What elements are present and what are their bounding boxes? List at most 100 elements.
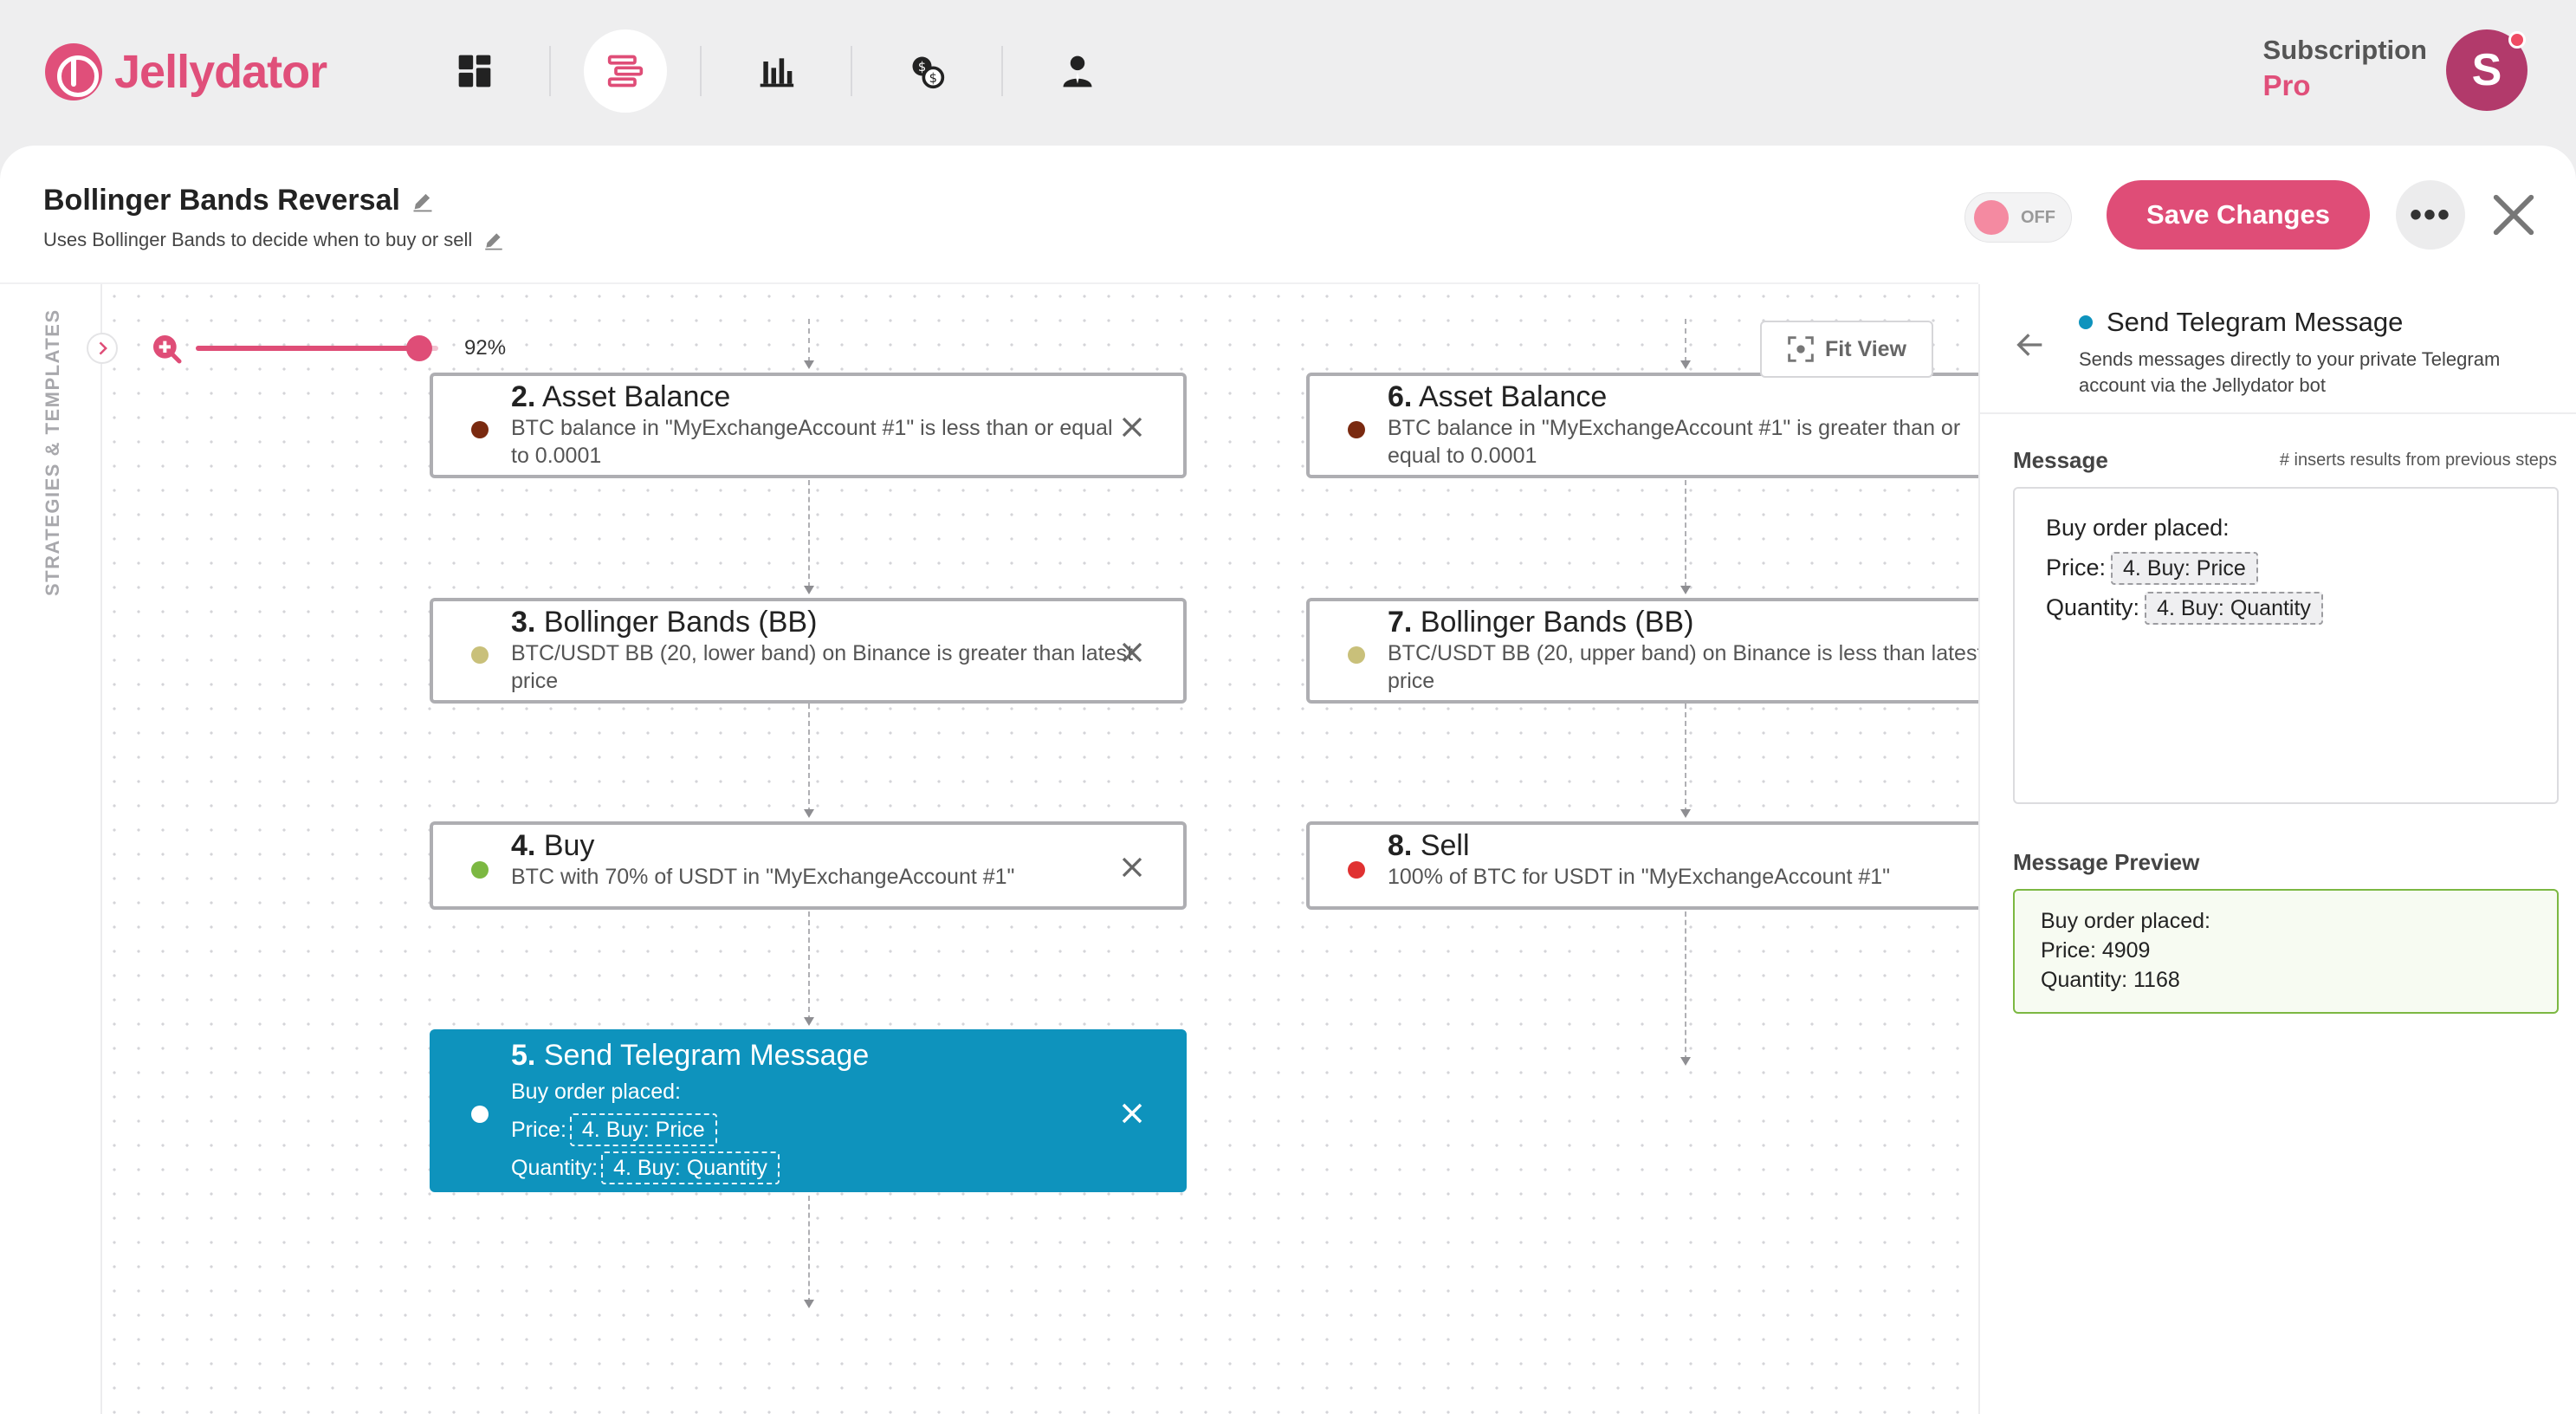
- message-preview: Buy order placed: Price: 4909 Quantity: …: [2013, 889, 2559, 1014]
- message-price-row: Price: 4. Buy: Price: [2046, 548, 2526, 587]
- node-title: 4. Buy: [511, 828, 1183, 863]
- node-status-dot: [1348, 861, 1365, 879]
- remove-node-close-icon[interactable]: [1119, 414, 1145, 440]
- connector-arrow: [804, 1017, 814, 1026]
- subscription-info[interactable]: Subscription Pro: [2263, 35, 2427, 102]
- zoom-slider-thumb[interactable]: [405, 335, 432, 361]
- remove-node-close-icon[interactable]: [1119, 639, 1145, 665]
- connector-line: [1685, 704, 1686, 813]
- jellydator-logo-icon: [45, 43, 102, 101]
- strategy-on-off-toggle[interactable]: OFF: [1964, 192, 2072, 243]
- nav-statistics[interactable]: [735, 29, 818, 113]
- flow-node-sell[interactable]: 8. Sell 100% of BTC for USDT in "MyExcha…: [1306, 821, 1978, 910]
- node-message-price-row: Price: 4. Buy: Price: [511, 1111, 1135, 1149]
- message-line: Buy order placed:: [2046, 515, 2230, 541]
- message-label: Message: [2013, 447, 2108, 473]
- panel-description: Sends messages directly to your private …: [2079, 348, 2501, 396]
- connector-line: [808, 480, 810, 587]
- node-title-text: Asset Balance: [1418, 380, 1608, 413]
- zoom-slider[interactable]: [196, 335, 438, 361]
- connector-line: [1685, 319, 1686, 362]
- node-status-dot: [1348, 646, 1365, 664]
- node-title-text: Sell: [1420, 829, 1470, 862]
- close-editor-button[interactable]: [2488, 189, 2540, 241]
- save-changes-button[interactable]: Save Changes: [2107, 180, 2370, 250]
- notification-dot: [2508, 31, 2526, 49]
- zoom-control: 92%: [149, 331, 506, 366]
- nav-separator: [851, 46, 852, 96]
- expand-sidebar-button[interactable]: [87, 333, 118, 364]
- price-token[interactable]: 4. Buy: Price: [2111, 552, 2258, 585]
- node-number: 8.: [1388, 829, 1413, 862]
- node-message-quantity-row: Quantity: 4. Buy: Quantity: [511, 1149, 1135, 1187]
- nav-strategies[interactable]: [584, 29, 667, 113]
- subscription-label: Subscription: [2262, 35, 2427, 65]
- step-settings-panel: Send Telegram Message Sends messages dir…: [1978, 284, 2576, 1414]
- strategies-templates-rail[interactable]: STRATEGIES & TEMPLATES: [0, 284, 102, 1414]
- node-title: 3. Bollinger Bands (BB): [511, 605, 1183, 639]
- strategies-icon: [607, 55, 644, 88]
- strategy-description[interactable]: Uses Bollinger Bands to decide when to b…: [43, 229, 472, 251]
- dashboard-icon: [458, 55, 491, 88]
- subscription-plan: Pro: [2262, 69, 2311, 101]
- node-title: 7. Bollinger Bands (BB): [1388, 605, 1978, 639]
- node-description: BTC balance in "MyExchangeAccount #1" is…: [511, 416, 1113, 468]
- zoom-in-icon[interactable]: [149, 331, 184, 366]
- price-token: 4. Buy: Price: [569, 1113, 717, 1146]
- node-status-dot: [471, 861, 489, 879]
- node-title-text: Buy: [543, 829, 595, 862]
- connector-line: [1685, 911, 1686, 1060]
- fit-view-button[interactable]: Fit View: [1760, 321, 1933, 378]
- chevron-right-icon: [99, 341, 107, 355]
- edit-title-pencil-icon[interactable]: [411, 189, 435, 213]
- back-arrow-icon[interactable]: [2013, 328, 2048, 362]
- flow-node-bollinger-bands[interactable]: 7. Bollinger Bands (BB) BTC/USDT BB (20,…: [1306, 598, 1978, 704]
- toggle-label: OFF: [2021, 207, 2055, 227]
- node-title-text: Bollinger Bands (BB): [543, 606, 818, 639]
- message-preview-label: Message Preview: [2013, 849, 2200, 875]
- connector-line: [808, 319, 810, 362]
- flow-node-asset-balance[interactable]: 6. Asset Balance BTC balance in "MyExcha…: [1306, 373, 1978, 478]
- remove-node-close-icon[interactable]: [1119, 854, 1145, 880]
- nav-account[interactable]: [1036, 29, 1119, 113]
- connector-arrow: [804, 360, 814, 369]
- node-description: BTC with 70% of USDT in "MyExchangeAccou…: [511, 865, 1015, 889]
- nav-separator: [1001, 46, 1003, 96]
- app-name: Jellydator: [114, 46, 327, 98]
- connector-arrow: [1680, 586, 1691, 594]
- flow-node-buy[interactable]: 4. Buy BTC with 70% of USDT in "MyExchan…: [430, 821, 1187, 910]
- main-nav: $ $: [433, 28, 1119, 114]
- node-number: 4.: [511, 829, 536, 862]
- nav-exchanges[interactable]: $ $: [885, 29, 968, 113]
- node-status-dot: [1348, 421, 1365, 438]
- preview-line: Buy order placed:: [2041, 909, 2210, 933]
- nav-separator: [549, 46, 551, 96]
- connector-line: [808, 704, 810, 813]
- node-status-dot: [471, 1106, 489, 1123]
- node-number: 7.: [1388, 606, 1413, 639]
- zoom-slider-fill: [196, 346, 419, 351]
- nav-dashboard[interactable]: [433, 29, 516, 113]
- quantity-token[interactable]: 4. Buy: Quantity: [2145, 592, 2323, 625]
- message-editor[interactable]: Buy order placed: Price: 4. Buy: Price Qu…: [2013, 487, 2559, 804]
- strategy-title[interactable]: Bollinger Bands Reversal: [43, 184, 400, 217]
- remove-node-close-icon[interactable]: [1119, 1100, 1145, 1126]
- node-number: 2.: [511, 380, 536, 413]
- account-icon: [1063, 55, 1092, 88]
- node-description: 100% of BTC for USDT in "MyExchangeAccou…: [1388, 865, 1891, 889]
- flow-node-send-telegram-message[interactable]: 5. Send Telegram Message Buy order place…: [430, 1029, 1187, 1192]
- node-title: 2. Asset Balance: [511, 379, 1183, 414]
- flow-node-bollinger-bands[interactable]: 3. Bollinger Bands (BB) BTC/USDT BB (20,…: [430, 598, 1187, 704]
- connector-arrow: [804, 809, 814, 818]
- zoom-value: 92%: [464, 336, 507, 360]
- top-bar: Jellydator $ $ Subscription Pro S: [0, 0, 2576, 146]
- app-logo[interactable]: Jellydator: [45, 43, 327, 101]
- connector-arrow: [804, 1300, 814, 1308]
- edit-description-pencil-icon[interactable]: [482, 229, 505, 251]
- fit-view-icon: [1788, 336, 1814, 362]
- more-options-button[interactable]: •••: [2396, 180, 2465, 250]
- flow-node-asset-balance[interactable]: 2. Asset Balance BTC balance in "MyExcha…: [430, 373, 1187, 478]
- message-hint: # inserts results from previous steps: [2279, 451, 2557, 470]
- connector-line: [808, 1196, 810, 1303]
- message-quantity-row: Quantity: 4. Buy: Quantity: [2046, 587, 2526, 627]
